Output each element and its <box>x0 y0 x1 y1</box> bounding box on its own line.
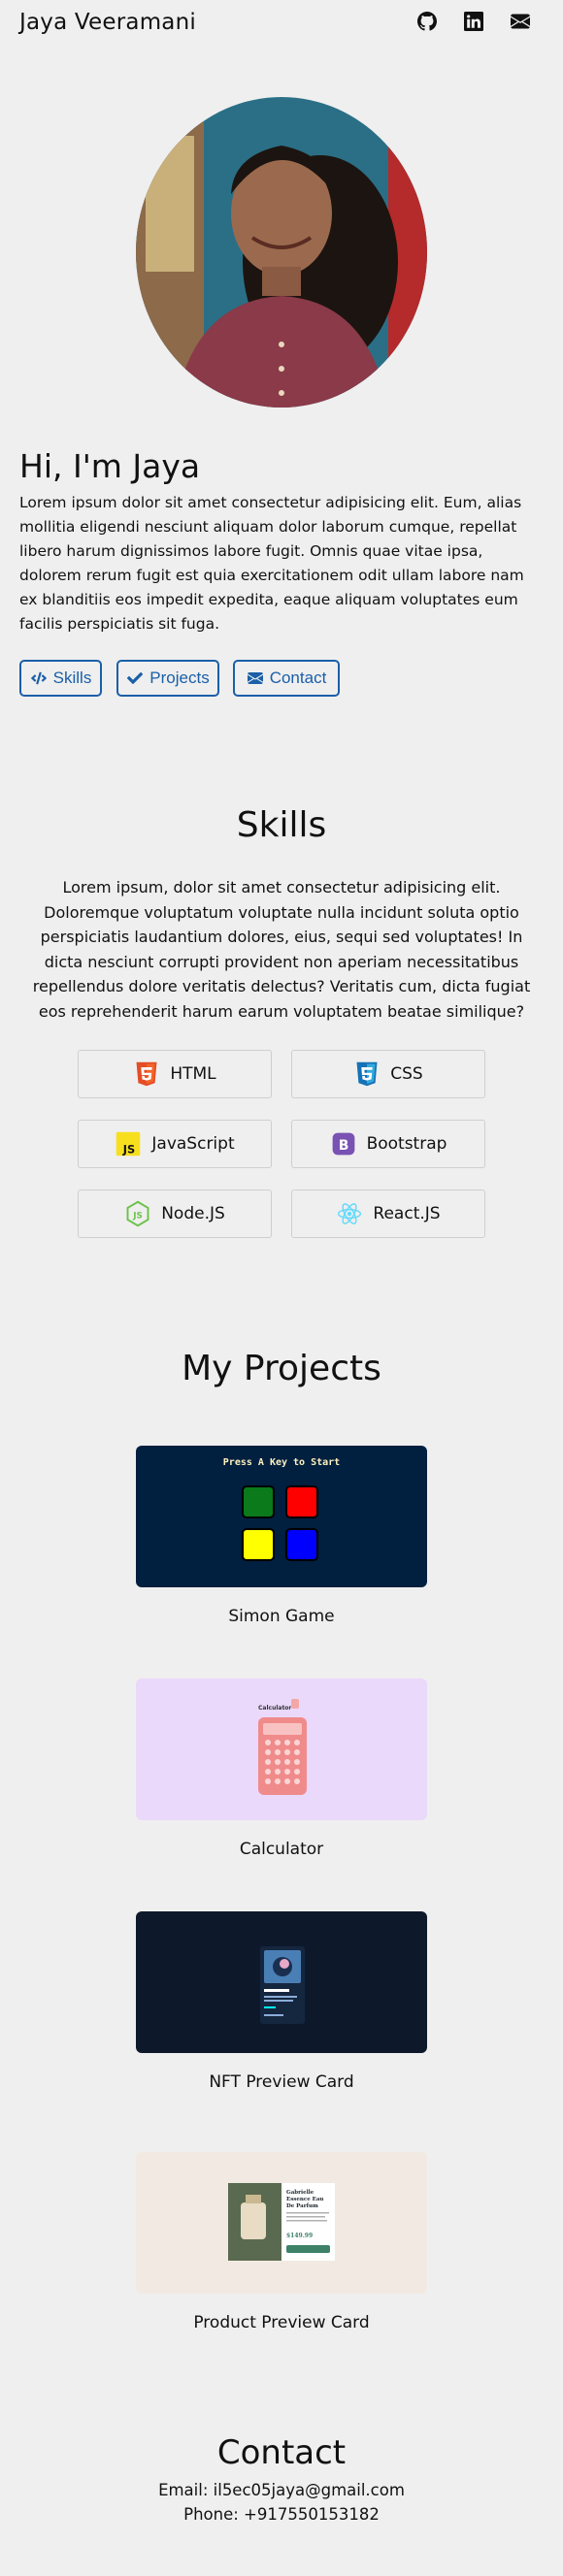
skill-label: Bootstrap <box>366 1134 447 1154</box>
skill-label: HTML <box>170 1064 216 1084</box>
skill-card-html: HTML <box>78 1050 272 1098</box>
linkedin-icon <box>464 12 483 35</box>
svg-text:JS: JS <box>132 1211 143 1221</box>
email-link[interactable] <box>509 12 532 35</box>
contact-section-title: Contact <box>216 2433 347 2472</box>
envelope-icon <box>511 12 530 35</box>
skill-card-reactjs: React.JS <box>291 1190 485 1238</box>
html5-icon <box>133 1060 160 1088</box>
project-caption[interactable]: NFT Preview Card <box>0 2072 563 2092</box>
code-icon <box>30 669 48 687</box>
project-thumbnail-calculator[interactable]: Calculator <box>136 1679 427 1820</box>
github-link[interactable] <box>415 12 439 35</box>
skills-description: Lorem ipsum, dolor sit amet consectetur … <box>32 878 531 1021</box>
nodejs-icon: JS <box>124 1200 151 1227</box>
skill-label: CSS <box>390 1064 423 1084</box>
project-caption[interactable]: Simon Game <box>0 1607 563 1626</box>
svg-text:Essence Eau: Essence Eau <box>286 2197 323 2202</box>
check-icon <box>126 669 144 687</box>
calculator-thumb-text: Calculator <box>258 1705 291 1712</box>
site-brand-name[interactable]: Jaya Veeramani <box>19 10 196 35</box>
svg-text:B: B <box>338 1138 348 1154</box>
javascript-icon: JS <box>115 1130 142 1158</box>
skills-section-title: Skills <box>236 805 327 845</box>
project-thumbnail-product-preview-card[interactable]: Gabrielle Essence Eau De Parfum $149.99 <box>136 2152 427 2294</box>
contact-button[interactable]: Contact <box>233 660 340 697</box>
profile-photo <box>136 97 427 408</box>
project-thumbnail-simon-game[interactable]: Press A Key to Start <box>136 1446 427 1587</box>
skills-button-label: Skills <box>52 668 92 687</box>
bootstrap-icon: B <box>330 1130 357 1158</box>
react-icon <box>336 1200 363 1227</box>
envelope-icon <box>247 669 264 687</box>
svg-text:Gabrielle: Gabrielle <box>286 2190 315 2196</box>
hero-title: Hi, I'm Jaya <box>19 447 201 485</box>
contact-button-label: Contact <box>269 668 327 687</box>
projects-button[interactable]: Projects <box>116 660 219 697</box>
hero-intro-text: Lorem ipsum dolor sit amet consectetur a… <box>19 494 524 633</box>
skill-label: React.JS <box>373 1204 441 1223</box>
projects-button-label: Projects <box>149 668 210 687</box>
project-caption[interactable]: Product Preview Card <box>0 2313 563 2332</box>
project-thumbnail-nft-preview-card[interactable] <box>136 1911 427 2053</box>
github-icon <box>417 12 437 35</box>
projects-section-title: My Projects <box>182 1349 381 1388</box>
skill-card-javascript: JS JavaScript <box>78 1120 272 1168</box>
skill-card-css: CSS <box>291 1050 485 1098</box>
skill-card-bootstrap: B Bootstrap <box>291 1120 485 1168</box>
linkedin-link[interactable] <box>462 12 485 35</box>
contact-email: Email: il5ec05jaya@gmail.com <box>158 2481 405 2499</box>
project-caption[interactable]: Calculator <box>0 1840 563 1859</box>
svg-text:De Parfum: De Parfum <box>286 2203 318 2209</box>
skill-label: Node.JS <box>161 1204 225 1223</box>
skill-card-nodejs: JS Node.JS <box>78 1190 272 1238</box>
skills-button[interactable]: Skills <box>19 660 102 697</box>
simon-game-thumb-text: Press A Key to Start <box>223 1457 340 1468</box>
svg-text:JS: JS <box>122 1143 135 1157</box>
skill-label: JavaScript <box>151 1134 235 1154</box>
css3-icon <box>353 1060 381 1088</box>
site-header: Jaya Veeramani <box>0 0 563 49</box>
product-preview-price: $149.99 <box>286 2233 313 2239</box>
contact-phone: Phone: +917550153182 <box>183 2505 380 2524</box>
